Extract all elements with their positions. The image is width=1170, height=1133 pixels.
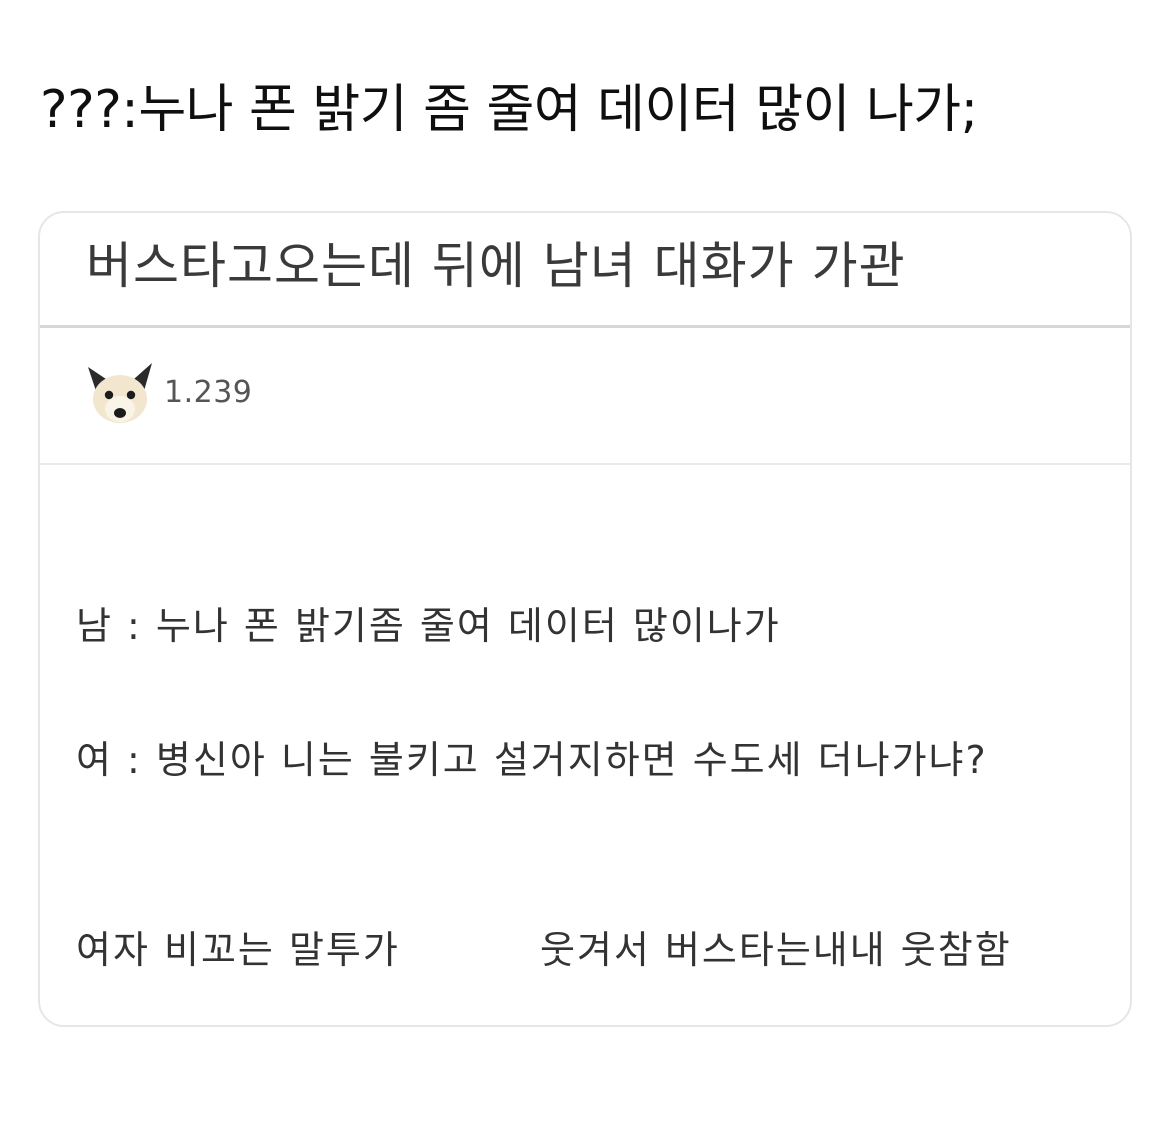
view-count: 1.239: [164, 374, 253, 410]
tweet-text: ???:누나 폰 밝기 좀 줄여 데이터 많이 나가;: [40, 80, 978, 140]
comment-line-left: 여자 비꼬는 말투가: [76, 928, 400, 972]
meta-divider: [40, 463, 1130, 465]
post-meta: 1.239: [80, 353, 252, 433]
dialogue-line-woman: 여 : 병신아 니는 불키고 설거지하면 수도세 더나가냐?: [76, 738, 988, 782]
embedded-post-card[interactable]: 버스타고오는데 뒤에 남녀 대화가 가관 1.239 남 : 누나 폰 밝기좀 …: [38, 211, 1132, 1027]
dog-avatar-icon: [88, 363, 152, 423]
dialogue-line-man: 남 : 누나 폰 밝기좀 줄여 데이터 많이나가: [76, 604, 781, 648]
post-title: 버스타고오는데 뒤에 남녀 대화가 가관: [86, 237, 906, 295]
title-divider: [40, 325, 1130, 328]
comment-line-right: 웃겨서 버스타는내내 웃참함: [540, 928, 1012, 972]
